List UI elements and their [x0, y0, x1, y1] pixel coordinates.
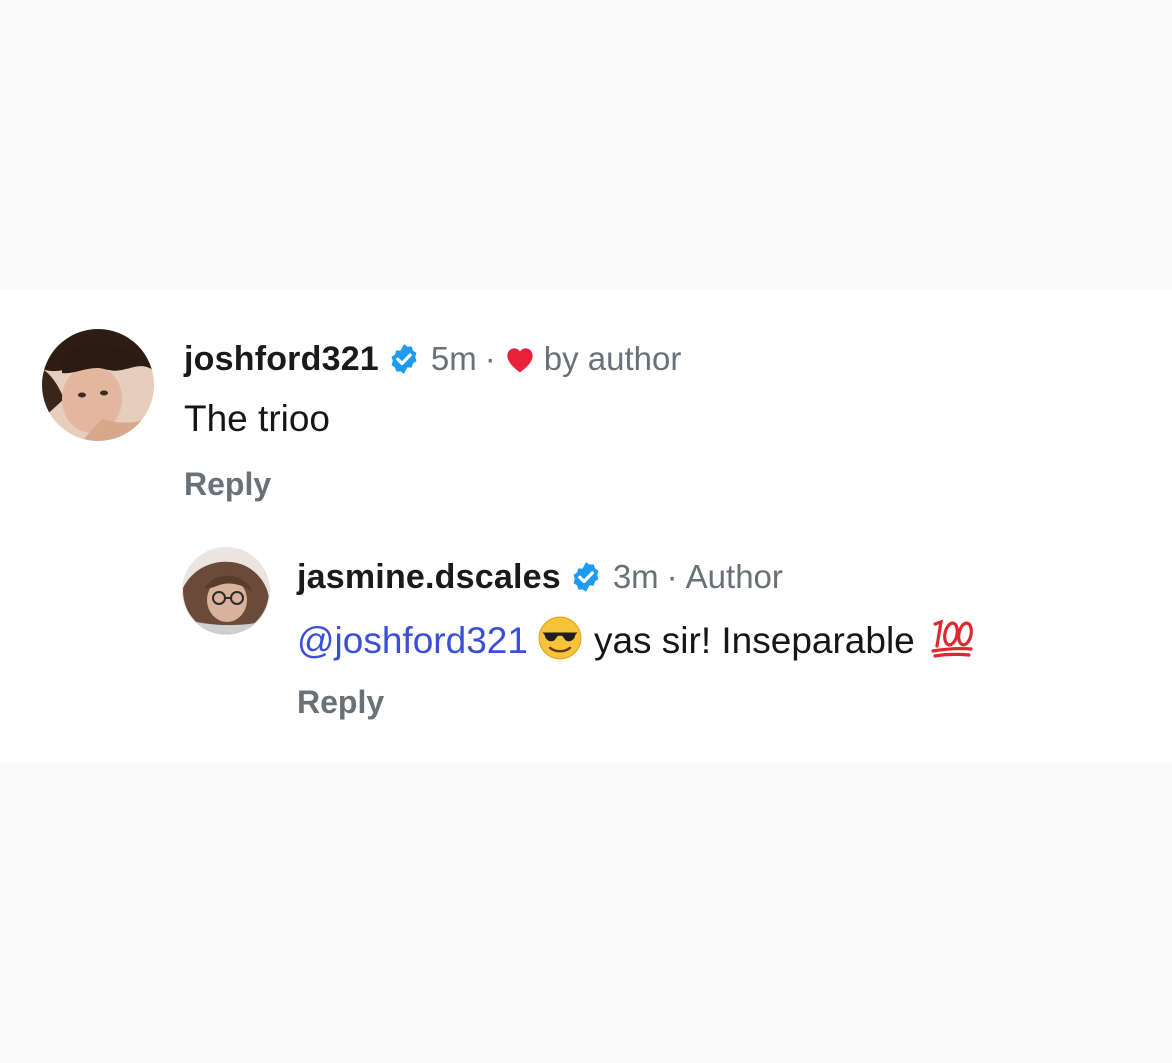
separator-dot: ·	[484, 340, 496, 377]
avatar-jasmine.dscales[interactable]	[182, 547, 270, 635]
heart-icon	[504, 344, 536, 374]
liked-by-author-label: by author	[543, 340, 682, 377]
comment-text: The trioo	[184, 398, 330, 440]
reply-button[interactable]: Reply	[297, 684, 384, 721]
separator-dot: ·	[666, 558, 678, 595]
avatar-joshford321[interactable]	[42, 329, 154, 441]
comment-time: 3m	[612, 558, 659, 595]
comment-time: 5m	[430, 340, 477, 377]
reply-comment-text: @joshford321 yas sir! Inseparable	[297, 616, 987, 669]
mention-link[interactable]: @joshford321	[297, 620, 528, 661]
username[interactable]: jasmine.dscales	[297, 558, 561, 597]
username[interactable]: joshford321	[184, 340, 379, 379]
reply-comment-header: jasmine.dscales 3m · Author	[297, 555, 783, 599]
smiling-face-with-sunglasses-emoji	[538, 616, 582, 669]
verified-badge-icon	[387, 342, 421, 376]
reply-button[interactable]: Reply	[184, 466, 271, 503]
hundred-points-emoji	[929, 616, 975, 669]
comment-body: yas sir! Inseparable	[593, 620, 915, 661]
verified-badge-icon	[569, 560, 603, 594]
comment-body: The trioo	[184, 398, 331, 439]
author-badge: Author	[685, 558, 783, 595]
comment-header: joshford321 5m · by author	[184, 337, 681, 381]
